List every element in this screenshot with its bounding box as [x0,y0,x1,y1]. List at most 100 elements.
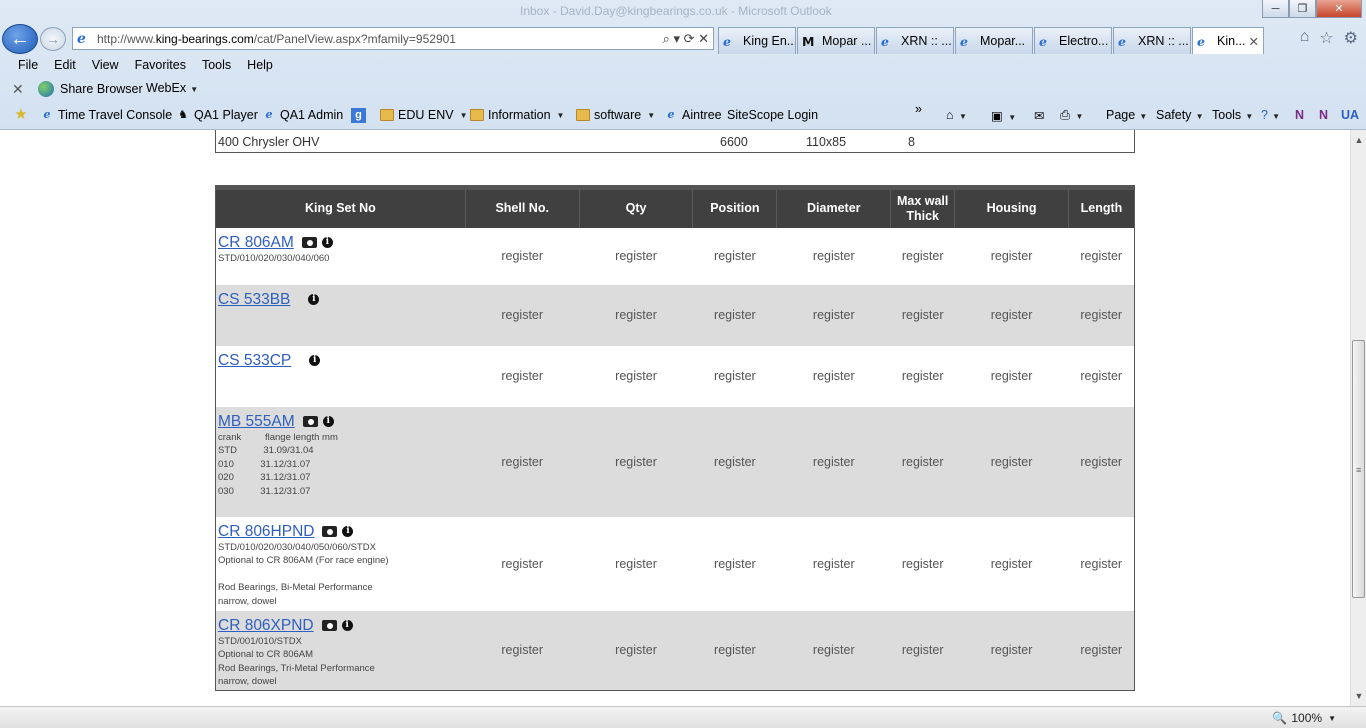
address-bar[interactable]: e http://www.king-bearings.com/cat/Panel… [72,27,714,50]
camera-icon[interactable] [301,236,317,248]
register-cell[interactable]: register [579,345,693,407]
register-cell[interactable]: register [890,345,955,407]
register-cell[interactable]: register [1068,284,1135,346]
favorites-star-button[interactable]: ★ [14,107,28,122]
tab-mopar-1[interactable]: M Mopar ... [797,27,875,54]
menu-edit[interactable]: Edit [54,55,84,77]
register-cell[interactable]: register [890,516,955,611]
favorites-star-icon[interactable]: ☆ [1319,28,1333,48]
webex-menu[interactable]: WebEx ▼ [146,81,198,95]
fav-qa1-admin[interactable]: e QA1 Admin [262,108,344,122]
register-cell[interactable]: register [954,516,1069,611]
mail-icon[interactable]: ✉ [1034,108,1044,123]
help-icon[interactable]: ? ▼ [1261,108,1280,122]
zoom-control[interactable]: 🔍 100% ▼ [1272,711,1336,725]
register-cell[interactable]: register [1068,345,1135,407]
king-set-link[interactable]: CS 533BB [218,291,290,309]
tab-king-active[interactable]: e Kin... ✕ [1192,27,1264,54]
register-cell[interactable]: register [579,610,693,691]
rss-feed-icon[interactable]: ▣ ▼ [991,108,1016,123]
register-cell[interactable]: register [579,406,693,517]
back-button[interactable]: ← [2,24,38,54]
register-cell[interactable]: register [1068,610,1135,691]
home-cmd-icon[interactable]: ⌂ ▼ [946,108,967,122]
register-cell[interactable]: register [465,610,580,691]
fav-google[interactable]: g [351,108,366,123]
register-cell[interactable]: register [692,345,777,407]
register-cell[interactable]: register [890,284,955,346]
register-cell[interactable]: register [954,610,1069,691]
register-cell[interactable]: register [465,345,580,407]
info-icon[interactable]: i [309,354,321,366]
register-cell[interactable]: register [890,227,955,285]
minimize-button[interactable]: ─ [1262,0,1289,18]
fav-edu-env[interactable]: EDU ENV ▼ [380,108,468,122]
fav-qa1-player[interactable]: ♞ QA1 Player [176,108,258,122]
king-set-link[interactable]: CR 806XPND [218,617,314,635]
info-icon[interactable]: i [342,525,354,537]
share-browser-button[interactable]: Share Browser [38,81,143,97]
fav-aintree[interactable]: e Aintree [664,108,722,122]
camera-icon[interactable] [302,415,318,427]
onenote-icon[interactable]: N [1295,108,1304,122]
register-cell[interactable]: register [579,227,693,285]
king-set-link[interactable]: CS 533CP [218,352,291,370]
onenote-linked-icon[interactable]: N [1319,108,1328,122]
scroll-thumb[interactable]: ≡ [1352,340,1365,598]
register-cell[interactable]: register [1068,406,1135,517]
close-window-button[interactable]: ✕ [1316,0,1362,18]
info-icon[interactable]: i [321,236,333,248]
info-icon[interactable]: i [308,293,320,305]
fav-time-travel[interactable]: e Time Travel Console [40,108,173,122]
menu-help[interactable]: Help [247,55,281,77]
address-tools[interactable]: ⌕ ▾ ⟳ ✕ [663,31,709,47]
register-cell[interactable]: register [465,227,580,285]
tab-mopar-2[interactable]: e Mopar... [955,27,1033,54]
print-icon[interactable]: ⎙ ▼ [1060,108,1083,123]
vertical-scrollbar[interactable]: ▲ ≡ ▼ [1350,130,1366,706]
register-cell[interactable]: register [579,284,693,346]
register-cell[interactable]: register [954,345,1069,407]
camera-icon[interactable] [322,525,338,537]
register-cell[interactable]: register [776,516,891,611]
king-set-link[interactable]: MB 555AM [218,413,295,431]
maximize-button[interactable]: ❐ [1289,0,1316,18]
register-cell[interactable]: register [692,516,777,611]
register-cell[interactable]: register [692,227,777,285]
register-cell[interactable]: register [1068,227,1135,285]
page-menu[interactable]: Page ▼ [1106,108,1147,122]
register-cell[interactable]: register [465,516,580,611]
address-url[interactable]: http://www.king-bearings.com/cat/PanelVi… [97,32,456,46]
close-toolbar-icon[interactable]: ✕ [12,81,24,98]
register-cell[interactable]: register [890,610,955,691]
register-cell[interactable]: register [465,406,580,517]
info-icon[interactable]: i [322,415,334,427]
fav-more-chevron[interactable]: » [915,102,922,116]
camera-icon[interactable] [321,619,337,631]
register-cell[interactable]: register [776,406,891,517]
register-cell[interactable]: register [776,227,891,285]
menu-favorites[interactable]: Favorites [135,55,194,77]
register-cell[interactable]: register [1068,516,1135,611]
menu-file[interactable]: File [18,55,46,77]
forward-button[interactable]: → [40,27,66,51]
tab-xrn-2[interactable]: e XRN :: ... [1113,27,1191,54]
register-cell[interactable]: register [692,284,777,346]
register-cell[interactable]: register [954,284,1069,346]
register-cell[interactable]: register [776,345,891,407]
scroll-up-arrow-icon[interactable]: ▲ [1351,132,1366,148]
fav-software[interactable]: software ▼ [576,108,655,122]
register-cell[interactable]: register [692,610,777,691]
register-cell[interactable]: register [890,406,955,517]
fav-information[interactable]: Information ▼ [470,108,564,122]
info-icon[interactable]: i [341,619,353,631]
tab-electro[interactable]: e Electro... [1034,27,1112,54]
register-cell[interactable]: register [954,406,1069,517]
register-cell[interactable]: register [776,284,891,346]
register-cell[interactable]: register [579,516,693,611]
fav-sitescope[interactable]: SiteScope Login [727,108,818,122]
menu-view[interactable]: View [92,55,127,77]
home-icon[interactable]: ⌂ [1300,28,1310,48]
register-cell[interactable]: register [692,406,777,517]
tab-xrn-1[interactable]: e XRN :: ... [876,27,954,54]
